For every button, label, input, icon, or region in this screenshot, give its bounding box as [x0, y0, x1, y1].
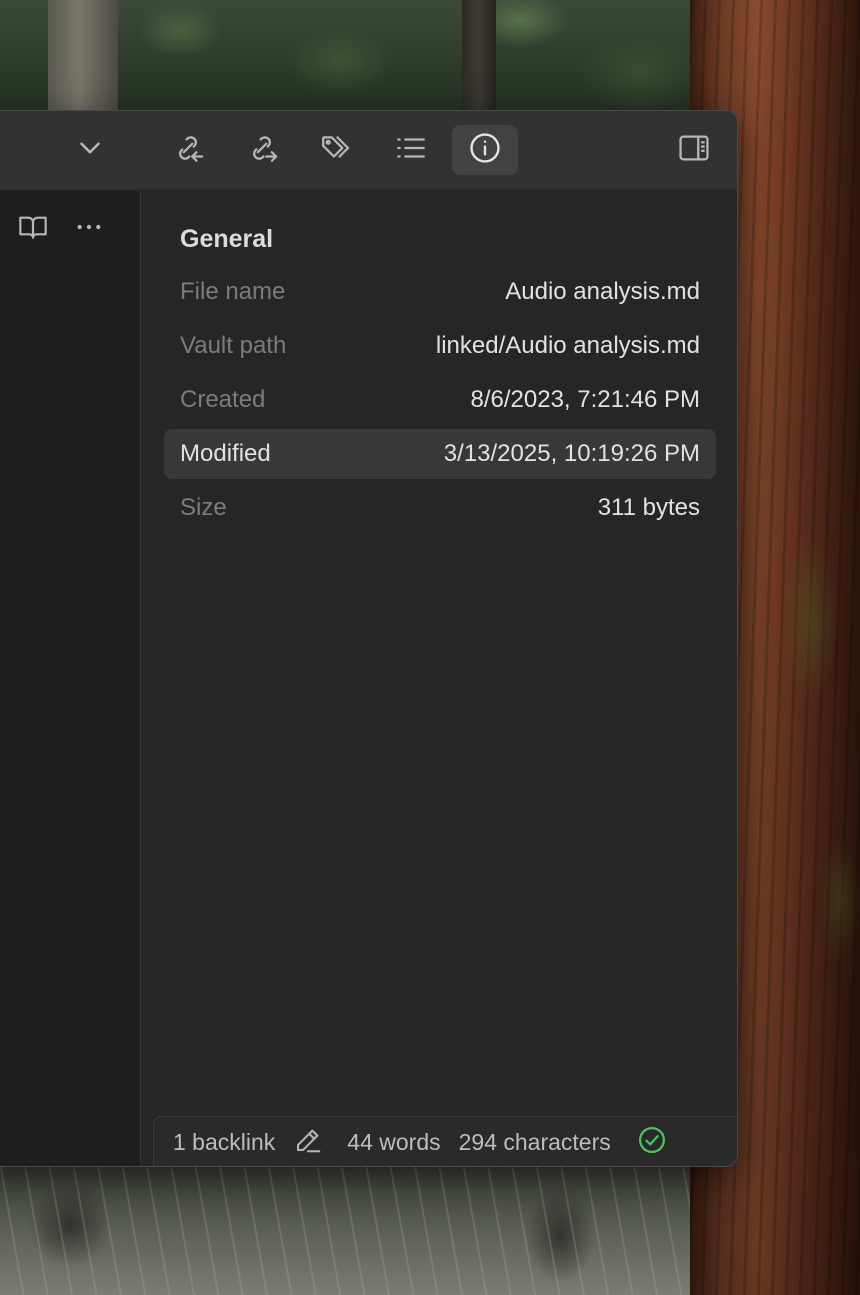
sync-check-icon — [637, 1125, 667, 1161]
more-options-button[interactable] — [67, 209, 111, 249]
more-options-icon — [73, 211, 105, 248]
outline-list-icon — [394, 131, 428, 170]
edit-mode-button[interactable] — [293, 1125, 323, 1161]
chevron-down-button[interactable] — [57, 125, 123, 175]
property-label: Vault path — [180, 332, 287, 359]
property-label: File name — [180, 278, 286, 305]
backlink-count[interactable]: 1 backlink — [173, 1129, 275, 1156]
property-row-created[interactable]: Created 8/6/2023, 7:21:46 PM — [164, 375, 716, 425]
wallpaper-tree-trunk — [462, 0, 496, 120]
property-value: linked/Audio analysis.md — [435, 332, 700, 359]
status-bar: 1 backlink 44 words 294 characters — [153, 1116, 737, 1166]
property-row-modified[interactable]: Modified 3/13/2025, 10:19:26 PM — [164, 429, 716, 479]
toggle-right-sidebar-button[interactable] — [661, 125, 727, 175]
tab-file-properties[interactable] — [452, 125, 518, 175]
wallpaper-bare-trees — [0, 1165, 690, 1295]
property-row-size[interactable]: Size 311 bytes — [164, 483, 716, 533]
chevron-down-icon — [73, 131, 107, 170]
property-value: 311 bytes — [597, 494, 700, 521]
tags-icon — [319, 131, 353, 170]
property-value: 3/13/2025, 10:19:26 PM — [443, 440, 700, 467]
character-count: 294 characters — [458, 1129, 611, 1155]
property-value: Audio analysis.md — [505, 278, 700, 305]
file-properties-pane: General File name Audio analysis.md Vaul… — [142, 191, 737, 1166]
sidebar-toggle-icon — [677, 131, 711, 170]
wallpaper-tree-trunk — [48, 0, 118, 120]
outgoing-links-icon — [245, 131, 279, 170]
pencil-icon — [293, 1125, 323, 1161]
property-row-file-name[interactable]: File name Audio analysis.md — [164, 267, 716, 317]
app-window: General File name Audio analysis.md Vaul… — [0, 110, 738, 1167]
sidebar-tab-strip — [0, 111, 737, 190]
properties-list: File name Audio analysis.md Vault path l… — [164, 267, 716, 537]
section-title-general: General — [180, 225, 274, 253]
property-label: Modified — [180, 440, 271, 467]
info-icon — [468, 131, 502, 170]
property-value: 8/6/2023, 7:21:46 PM — [470, 386, 701, 413]
sync-status-button[interactable] — [637, 1125, 667, 1161]
editor-pane — [0, 191, 141, 1166]
property-label: Size — [180, 494, 227, 521]
wallpaper-foliage — [120, 0, 720, 120]
tab-backlinks[interactable] — [155, 125, 221, 175]
tab-tags[interactable] — [303, 125, 369, 175]
backlinks-icon — [171, 131, 205, 170]
word-count: 44 words — [347, 1129, 441, 1155]
tab-outline[interactable] — [378, 125, 444, 175]
property-row-vault-path[interactable]: Vault path linked/Audio analysis.md — [164, 321, 716, 371]
reading-view-button[interactable] — [11, 209, 55, 249]
property-label: Created — [180, 386, 266, 413]
tab-outgoing-links[interactable] — [229, 125, 295, 175]
reading-view-icon — [17, 211, 49, 248]
